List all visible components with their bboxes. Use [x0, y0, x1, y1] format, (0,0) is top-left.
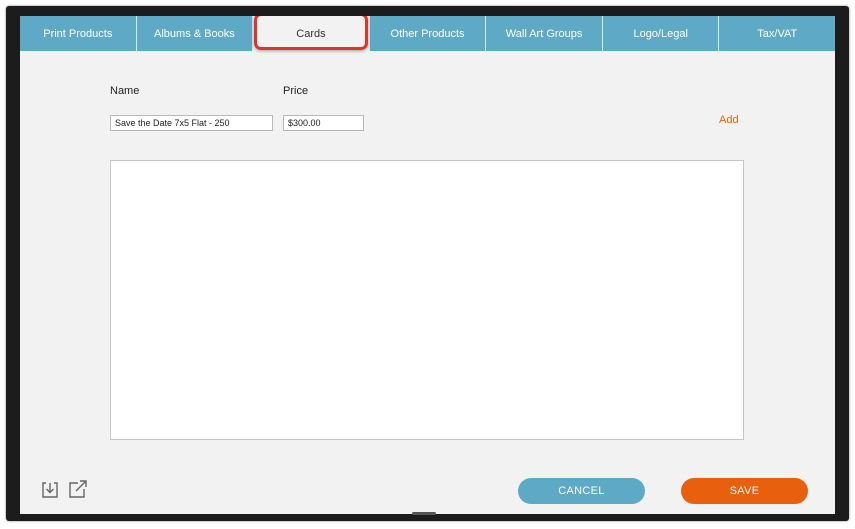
- name-label: Name: [110, 85, 140, 97]
- tab-wall-art-groups[interactable]: Wall Art Groups: [486, 16, 603, 51]
- tab-other-products[interactable]: Other Products: [370, 16, 487, 51]
- products-list[interactable]: [110, 160, 744, 440]
- export-icon[interactable]: [68, 479, 87, 498]
- add-link[interactable]: Add: [719, 114, 739, 126]
- price-input[interactable]: [283, 115, 364, 131]
- save-button[interactable]: SAVE: [681, 478, 808, 504]
- home-indicator: [412, 512, 436, 515]
- tab-print-products[interactable]: Print Products: [20, 16, 137, 51]
- tab-albums-books[interactable]: Albums & Books: [137, 16, 254, 51]
- tab-tax-vat[interactable]: Tax/VAT: [719, 16, 835, 51]
- tab-bar: Print Products Albums & Books Cards Othe…: [20, 16, 835, 51]
- device-frame: Print Products Albums & Books Cards Othe…: [6, 6, 849, 521]
- cancel-button[interactable]: CANCEL: [518, 478, 645, 504]
- app-screen: Print Products Albums & Books Cards Othe…: [20, 16, 835, 514]
- price-label: Price: [283, 85, 309, 97]
- name-input[interactable]: [110, 115, 273, 131]
- tab-logo-legal[interactable]: Logo/Legal: [603, 16, 720, 51]
- import-icon[interactable]: [41, 481, 59, 499]
- tab-cards[interactable]: Cards: [253, 16, 370, 51]
